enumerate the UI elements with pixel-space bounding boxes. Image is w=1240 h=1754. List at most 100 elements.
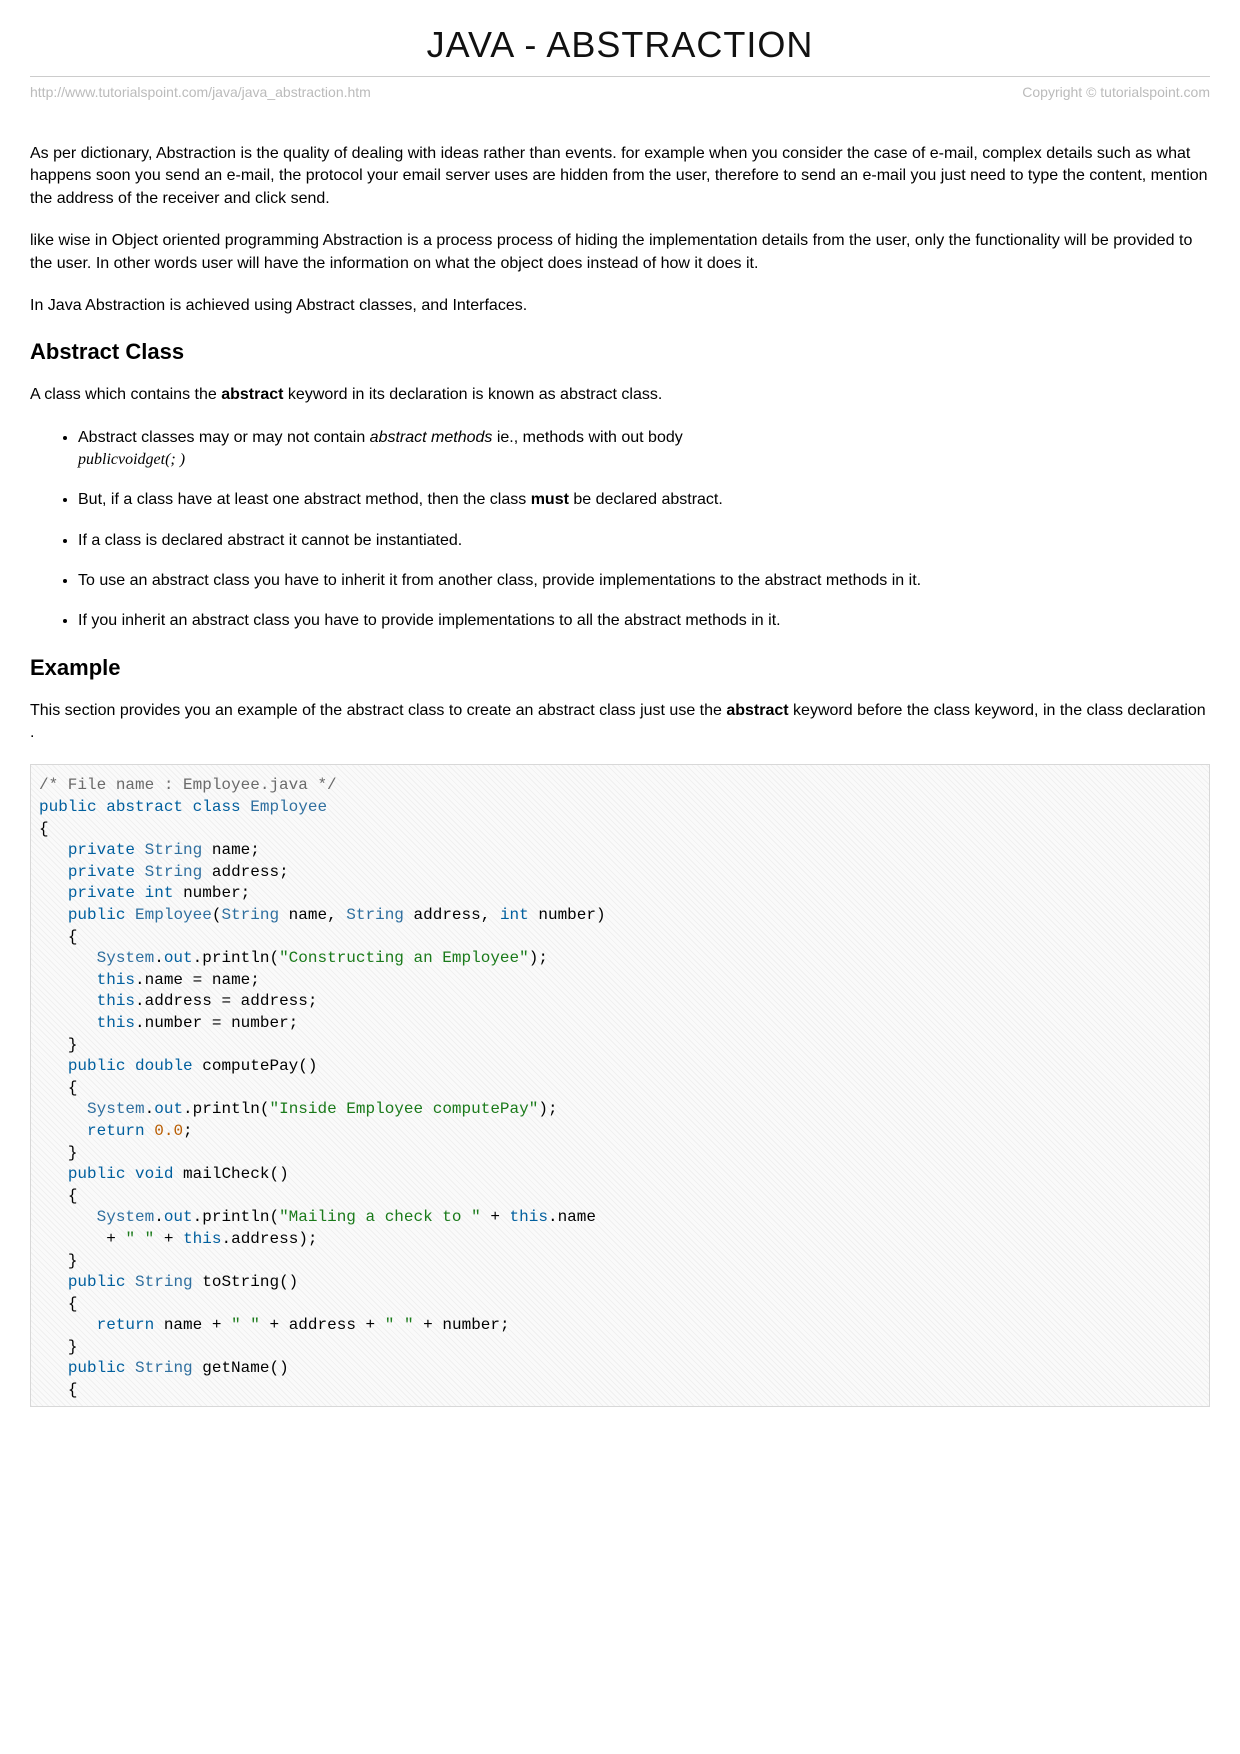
id: getName — [202, 1359, 269, 1377]
punc: ) — [308, 1057, 318, 1075]
brace: { — [39, 820, 49, 838]
punc: ; — [548, 1100, 558, 1118]
id: address — [414, 906, 481, 924]
page-title: JAVA - ABSTRACTION — [30, 20, 1210, 70]
id: number — [442, 1316, 500, 1334]
list-item: If a class is declared abstract it canno… — [78, 530, 1210, 552]
str: " " — [385, 1316, 414, 1334]
inline-code: publicvoidget(; ) — [78, 451, 185, 468]
punc: ) — [529, 949, 539, 967]
punc: ; — [308, 992, 318, 1010]
brace: } — [68, 1252, 78, 1270]
punc: . — [145, 1100, 155, 1118]
punc: = — [212, 1014, 222, 1032]
text: A class which contains the — [30, 386, 221, 403]
kw: class — [193, 798, 241, 816]
id: System — [97, 1208, 155, 1226]
text-bold: must — [531, 491, 569, 508]
kw: out — [164, 1208, 193, 1226]
meta-row: http://www.tutorialspoint.com/java/java_… — [30, 83, 1210, 103]
punc: + — [164, 1230, 174, 1248]
kw: return — [97, 1316, 155, 1334]
text: be declared abstract. — [569, 491, 723, 508]
punc: ( — [269, 1208, 279, 1226]
id: mailCheck — [183, 1165, 269, 1183]
punc: ( — [269, 1359, 279, 1377]
str: "Mailing a check to " — [279, 1208, 481, 1226]
id: String — [135, 1359, 193, 1377]
punc: , — [481, 906, 491, 924]
list-item: To use an abstract class you have to inh… — [78, 570, 1210, 592]
num: 0.0 — [154, 1122, 183, 1140]
code-block-employee: /* File name : Employee.java */ public a… — [30, 764, 1210, 1406]
intro-para-3: In Java Abstraction is achieved using Ab… — [30, 295, 1210, 317]
text: keyword in its declaration is known as a… — [283, 386, 662, 403]
brace: } — [68, 1338, 78, 1356]
punc: ( — [269, 949, 279, 967]
kw: double — [135, 1057, 193, 1075]
kw: out — [164, 949, 193, 967]
id: name — [289, 906, 327, 924]
id: System — [87, 1100, 145, 1118]
punc: . — [221, 1230, 231, 1248]
punc: + — [366, 1316, 376, 1334]
kw: public — [68, 1359, 126, 1377]
id: println — [202, 949, 269, 967]
str: " " — [125, 1230, 154, 1248]
id: number — [145, 1014, 203, 1032]
punc: + — [106, 1230, 116, 1248]
brace: { — [68, 928, 78, 946]
kw: void — [135, 1165, 173, 1183]
kw: public — [68, 1057, 126, 1075]
brace: { — [68, 1079, 78, 1097]
source-url[interactable]: http://www.tutorialspoint.com/java/java_… — [30, 83, 371, 103]
abstract-intro: A class which contains the abstract keyw… — [30, 384, 1210, 406]
kw: public — [68, 1165, 126, 1183]
punc: + — [423, 1316, 433, 1334]
punc: ; — [250, 841, 260, 859]
punc: . — [154, 1208, 164, 1226]
id: address — [241, 992, 308, 1010]
punc: ) — [298, 1230, 308, 1248]
id: String — [145, 863, 203, 881]
punc: ) — [279, 1165, 289, 1183]
list-item: But, if a class have at least one abstra… — [78, 489, 1210, 511]
punc: , — [327, 906, 337, 924]
punc: . — [135, 992, 145, 1010]
id: number — [538, 906, 596, 924]
id: println — [202, 1208, 269, 1226]
id: address — [212, 863, 279, 881]
punc: ; — [500, 1316, 510, 1334]
id: number — [231, 1014, 289, 1032]
punc: . — [193, 949, 203, 967]
brace: } — [68, 1036, 78, 1054]
kw: private — [68, 884, 135, 902]
punc: + — [490, 1208, 500, 1226]
punc: ) — [596, 906, 606, 924]
text-bold: abstract — [221, 386, 283, 403]
kw: this — [510, 1208, 548, 1226]
punc: ; — [241, 884, 251, 902]
punc: ; — [289, 1014, 299, 1032]
punc: . — [154, 949, 164, 967]
punc: . — [193, 1208, 203, 1226]
text: This section provides you an example of … — [30, 702, 726, 719]
brace: } — [68, 1144, 78, 1162]
divider — [30, 76, 1210, 77]
id: System — [97, 949, 155, 967]
id: String — [135, 1273, 193, 1291]
punc: . — [135, 971, 145, 989]
punc: + — [269, 1316, 279, 1334]
kw: int — [500, 906, 529, 924]
id: address — [231, 1230, 298, 1248]
str: "Inside Employee computePay" — [269, 1100, 538, 1118]
brace: { — [68, 1295, 78, 1313]
kw: public — [39, 798, 97, 816]
heading-example: Example — [30, 653, 1210, 684]
punc: . — [183, 1100, 193, 1118]
punc: + — [212, 1316, 222, 1334]
list-item: Abstract classes may or may not contain … — [78, 427, 1210, 472]
abstract-bullets: Abstract classes may or may not contain … — [30, 427, 1210, 633]
punc: ( — [298, 1057, 308, 1075]
kw: int — [145, 884, 174, 902]
